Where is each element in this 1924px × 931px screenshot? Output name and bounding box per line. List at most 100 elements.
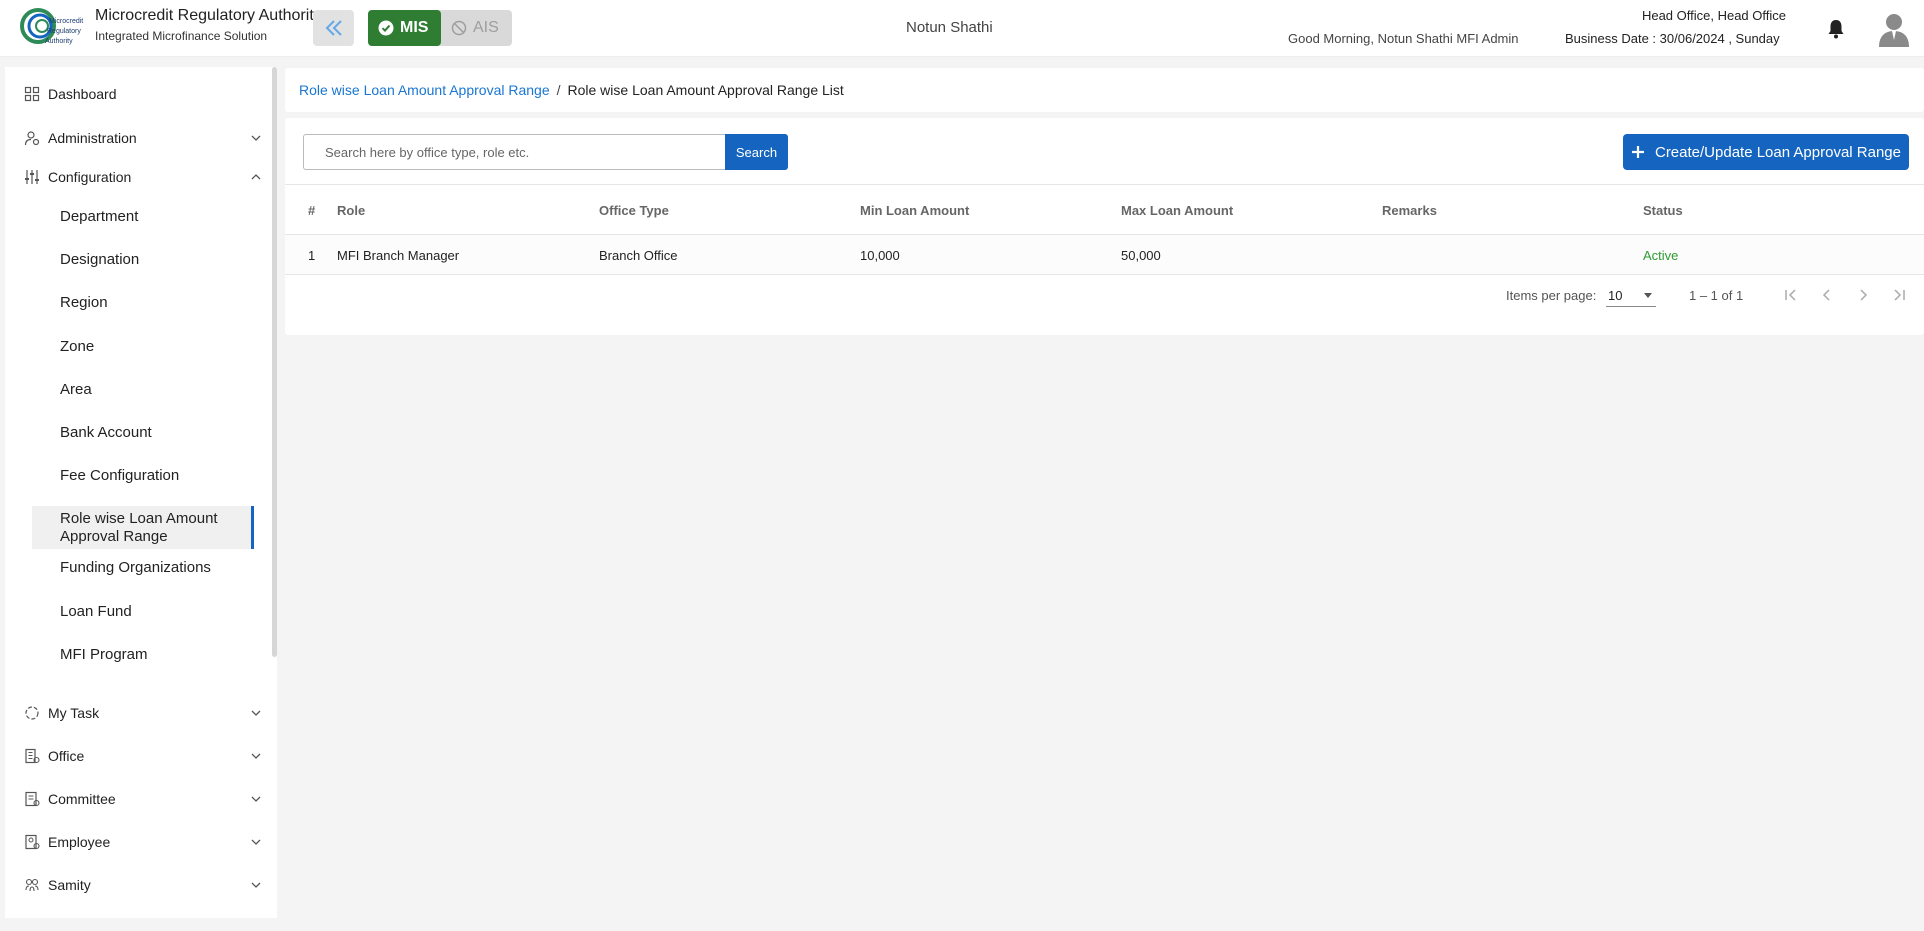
column-header-min-loan-amount: Min Loan Amount bbox=[860, 203, 970, 218]
sidebar-label-employee: Employee bbox=[48, 834, 111, 850]
sidebar-subitem-loan-fund[interactable]: Loan Fund bbox=[32, 595, 254, 627]
user-settings-icon bbox=[24, 131, 40, 146]
chevron-down-icon bbox=[251, 710, 261, 716]
table-row[interactable]: 1 MFI Branch Manager Branch Office 10,00… bbox=[285, 235, 1924, 275]
sidebar-label-office: Office bbox=[48, 748, 85, 764]
cell-min-loan-amount: 10,000 bbox=[860, 248, 900, 263]
sidebar-label-committee: Committee bbox=[48, 791, 116, 807]
module-switch: MIS AIS bbox=[368, 10, 512, 46]
chevron-left-icon bbox=[1822, 289, 1830, 301]
sidebar-subitem-fee-configuration[interactable]: Fee Configuration bbox=[32, 459, 254, 491]
sliders-icon bbox=[25, 170, 39, 184]
block-icon bbox=[451, 20, 467, 36]
cell-role: MFI Branch Manager bbox=[337, 248, 460, 263]
sidebar-item-office[interactable]: Office bbox=[5, 740, 277, 772]
table-header-row: # Role Office Type Min Loan Amount Max L… bbox=[285, 184, 1924, 235]
user-avatar-icon[interactable] bbox=[1877, 11, 1911, 47]
sidebar-subitem-designation[interactable]: Designation bbox=[32, 243, 254, 275]
sidebar-subitem-department[interactable]: Department bbox=[32, 200, 254, 232]
sidebar-label-my-task: My Task bbox=[48, 705, 100, 721]
chevron-down-icon bbox=[251, 753, 261, 759]
chevron-down-icon bbox=[251, 839, 261, 845]
svg-text:Authority: Authority bbox=[45, 38, 73, 45]
grid-icon bbox=[24, 86, 40, 102]
sidebar-subitem-zone[interactable]: Zone bbox=[32, 330, 254, 362]
approval-range-list-card: Search Create/Update Loan Approval Range… bbox=[285, 118, 1924, 335]
mis-mode-label: MIS bbox=[400, 19, 429, 36]
first-page-icon bbox=[1785, 289, 1796, 301]
group-icon bbox=[25, 878, 39, 892]
ais-mode-label: AIS bbox=[473, 19, 499, 36]
sidebar-item-employee[interactable]: Employee bbox=[5, 826, 277, 858]
sidebar-label-samity: Samity bbox=[48, 877, 91, 893]
office-building-icon bbox=[25, 748, 40, 764]
sidebar-item-my-task[interactable]: My Task bbox=[5, 697, 277, 729]
sidebar-collapse-button[interactable] bbox=[313, 10, 354, 46]
sidebar-item-committee[interactable]: Committee bbox=[5, 783, 277, 815]
cell-index: 1 bbox=[308, 248, 316, 263]
app-header: Microcredit Regulatory Authority Microcr… bbox=[0, 0, 1924, 57]
svg-text:Microcredit: Microcredit bbox=[49, 18, 83, 25]
sidebar: Dashboard Administration Configuration D… bbox=[5, 67, 277, 918]
double-chevron-left-icon bbox=[325, 20, 342, 36]
mis-mode-button[interactable]: MIS bbox=[368, 10, 441, 46]
paginator: Items per page: 10 1 – 1 of 1 bbox=[285, 273, 1924, 317]
items-per-page-value: 10 bbox=[1608, 288, 1623, 303]
items-per-page-label: Items per page: bbox=[1506, 288, 1597, 303]
column-header-remarks: Remarks bbox=[1382, 203, 1437, 218]
sidebar-subitem-funding-organizations[interactable]: Funding Organizations bbox=[32, 551, 254, 583]
chevron-down-icon bbox=[251, 882, 261, 888]
breadcrumb-parent-link[interactable]: Role wise Loan Amount Approval Range bbox=[299, 82, 550, 98]
sidebar-subitem-area[interactable]: Area bbox=[32, 373, 254, 405]
sidebar-item-administration[interactable]: Administration bbox=[5, 122, 277, 154]
sidebar-subitem-role-wise-loan-amount-approval-range[interactable]: Role wise Loan Amount Approval Range bbox=[32, 506, 254, 549]
cell-office-type: Branch Office bbox=[599, 248, 678, 263]
sidebar-item-configuration[interactable]: Configuration bbox=[5, 161, 277, 193]
mra-logo-icon: Microcredit Regulatory Authority bbox=[20, 8, 83, 45]
cell-max-loan-amount: 50,000 bbox=[1121, 248, 1161, 263]
column-header-role: Role bbox=[337, 203, 366, 218]
chevron-right-icon bbox=[1860, 289, 1868, 301]
ais-mode-button[interactable]: AIS bbox=[441, 10, 512, 46]
search-button[interactable]: Search bbox=[725, 134, 788, 170]
column-header-status: Status bbox=[1643, 203, 1683, 218]
sidebar-scrollbar[interactable] bbox=[272, 67, 277, 657]
breadcrumb-current: Role wise Loan Amount Approval Range Lis… bbox=[567, 82, 844, 98]
column-header-max-loan-amount: Max Loan Amount bbox=[1121, 203, 1234, 218]
plus-icon bbox=[1631, 146, 1644, 158]
committee-icon bbox=[25, 791, 40, 807]
sidebar-subitem-bank-account[interactable]: Bank Account bbox=[32, 416, 254, 448]
first-page-button[interactable] bbox=[1780, 284, 1802, 306]
column-header-office-type: Office Type bbox=[599, 203, 669, 218]
items-per-page-select[interactable]: 10 bbox=[1606, 281, 1656, 307]
chevron-up-icon bbox=[251, 174, 261, 180]
brand-title: Microcredit Regulatory Authority bbox=[95, 7, 322, 24]
next-page-button[interactable] bbox=[1852, 284, 1874, 306]
create-update-loan-approval-range-button[interactable]: Create/Update Loan Approval Range bbox=[1623, 134, 1909, 170]
notification-bell-icon[interactable] bbox=[1826, 18, 1846, 40]
column-header-index: # bbox=[308, 203, 316, 218]
sidebar-item-samity[interactable]: Samity bbox=[5, 869, 277, 901]
sidebar-subitem-mfi-program[interactable]: MFI Program bbox=[32, 638, 254, 670]
approval-range-table: # Role Office Type Min Loan Amount Max L… bbox=[285, 184, 1924, 275]
last-page-button[interactable] bbox=[1888, 284, 1910, 306]
sync-icon bbox=[25, 706, 39, 720]
previous-page-button[interactable] bbox=[1816, 284, 1838, 306]
sidebar-label-administration: Administration bbox=[48, 130, 137, 146]
breadcrumb: Role wise Loan Amount Approval Range / R… bbox=[285, 68, 1924, 112]
sidebar-item-dashboard[interactable]: Dashboard bbox=[5, 78, 277, 110]
create-button-label: Create/Update Loan Approval Range bbox=[1654, 143, 1901, 161]
search-input[interactable] bbox=[303, 134, 725, 170]
current-office: Head Office, Head Office bbox=[1641, 8, 1786, 23]
sidebar-subitem-region[interactable]: Region bbox=[32, 286, 254, 318]
dropdown-arrow-icon bbox=[1644, 293, 1652, 298]
last-page-icon bbox=[1894, 289, 1905, 301]
breadcrumb-separator: / bbox=[556, 82, 561, 98]
check-circle-icon bbox=[378, 20, 394, 36]
chevron-down-icon bbox=[251, 796, 261, 802]
cell-status: Active bbox=[1643, 248, 1679, 263]
organization-name: Notun Shathi bbox=[906, 19, 993, 36]
brand-subtitle: Integrated Microfinance Solution bbox=[95, 29, 268, 43]
sidebar-label-dashboard: Dashboard bbox=[48, 86, 117, 102]
business-date: Business Date : 30/06/2024 , Sunday bbox=[1565, 31, 1780, 46]
